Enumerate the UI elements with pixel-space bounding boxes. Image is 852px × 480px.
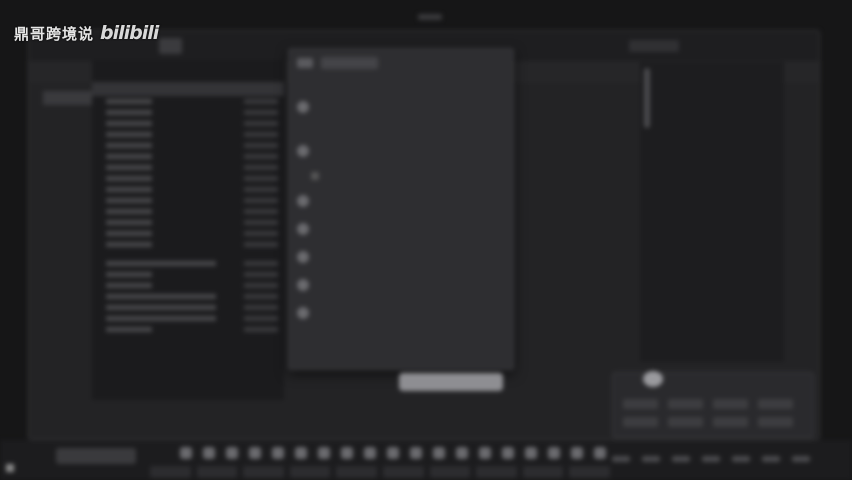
list-row[interactable] (92, 324, 284, 335)
taskbar-app-icon[interactable] (341, 447, 353, 459)
dropdown-item[interactable] (289, 243, 513, 271)
popup-row[interactable] (623, 417, 793, 427)
list-row[interactable] (92, 162, 284, 173)
menu-item-icon (297, 251, 309, 263)
taskbar-app-icon[interactable] (525, 447, 537, 459)
dropdown-item[interactable] (289, 137, 513, 165)
blurred-screen (0, 0, 852, 480)
list-row[interactable] (92, 129, 284, 140)
list-row[interactable] (92, 151, 284, 162)
taskbar-app-icon[interactable] (272, 447, 284, 459)
system-tray (612, 444, 842, 474)
taskbar-app-icon[interactable] (387, 447, 399, 459)
right-panel-label (710, 248, 721, 256)
taskbar-app-icon[interactable] (295, 447, 307, 459)
avatar-icon (643, 371, 663, 387)
taskbar-icons (180, 440, 606, 466)
dropdown-header (289, 49, 513, 77)
menu-item-active[interactable] (159, 38, 182, 54)
list-row[interactable] (92, 291, 284, 302)
dropdown-subitem[interactable] (289, 165, 513, 187)
toolbar-item[interactable] (59, 66, 78, 79)
taskbar-app-icon[interactable] (410, 447, 422, 459)
dropdown-item[interactable] (289, 187, 513, 215)
dropdown-section-label (289, 77, 513, 93)
dropdown-item[interactable] (289, 299, 513, 327)
list-row[interactable] (92, 107, 284, 118)
list-row[interactable] (92, 280, 284, 291)
taskbar-app-icon[interactable] (571, 447, 583, 459)
start-icon[interactable] (6, 464, 14, 472)
dropdown-item[interactable] (289, 93, 513, 121)
menu-item-icon (297, 145, 309, 157)
menu-item[interactable] (196, 38, 233, 54)
taskbar-app-icon[interactable] (226, 447, 238, 459)
taskbar-app-icon[interactable] (203, 447, 215, 459)
search-input[interactable] (629, 40, 679, 52)
taskbar-search[interactable] (56, 448, 136, 464)
scrollbar[interactable] (644, 68, 650, 128)
menu-item-icon (297, 279, 309, 291)
watermark-text: 鼎哥跨境说 (14, 24, 95, 43)
menu-item[interactable] (246, 38, 277, 54)
list-row[interactable] (92, 228, 284, 239)
menu-item-icon (297, 307, 309, 319)
taskbar-app-icon[interactable] (249, 447, 261, 459)
menu-item-icon (311, 172, 319, 180)
list-row[interactable] (92, 140, 284, 151)
menu-item-icon (297, 223, 309, 235)
taskbar-window-strip (150, 466, 610, 478)
title-bar-hint (418, 14, 442, 20)
taskbar-app-icon[interactable] (180, 447, 192, 459)
taskbar-app-icon[interactable] (456, 447, 468, 459)
menu-item-icon (297, 195, 309, 207)
list-row[interactable] (92, 195, 284, 206)
bilibili-logo: bilibili (100, 22, 159, 44)
taskbar-app-icon[interactable] (433, 447, 445, 459)
list-row[interactable] (92, 269, 284, 280)
list-row[interactable] (92, 173, 284, 184)
taskbar-app-icon[interactable] (318, 447, 330, 459)
taskbar-app-icon[interactable] (364, 447, 376, 459)
list-panel (92, 60, 284, 400)
dropdown-item[interactable] (289, 215, 513, 243)
taskbar-app-icon[interactable] (594, 447, 606, 459)
taskbar-app-icon[interactable] (479, 447, 491, 459)
list-row[interactable] (92, 184, 284, 195)
watermark: 鼎哥跨境说 bilibili (14, 22, 159, 44)
list-toolbar (92, 60, 284, 82)
list-row[interactable] (92, 118, 284, 129)
list-row[interactable] (92, 206, 284, 217)
right-panel (640, 62, 784, 362)
popup-row[interactable] (623, 399, 793, 409)
dropdown-item[interactable] (289, 271, 513, 299)
list-row[interactable] (92, 302, 284, 313)
dropdown-menu (288, 48, 514, 391)
list-header (92, 82, 284, 96)
taskbar-app-icon[interactable] (548, 447, 560, 459)
list-row[interactable] (92, 313, 284, 324)
notification-popup (612, 371, 814, 438)
badge-icon (297, 58, 313, 68)
taskbar (0, 440, 852, 480)
dropdown-section-label (289, 121, 513, 137)
dropdown-action-button[interactable] (399, 373, 503, 391)
list-row[interactable] (92, 239, 284, 250)
list-row[interactable] (92, 258, 284, 269)
menu-item-icon (297, 101, 309, 113)
dropdown-url[interactable] (321, 57, 378, 69)
list-row[interactable] (92, 217, 284, 228)
list-row[interactable] (92, 96, 284, 107)
taskbar-app-icon[interactable] (502, 447, 514, 459)
